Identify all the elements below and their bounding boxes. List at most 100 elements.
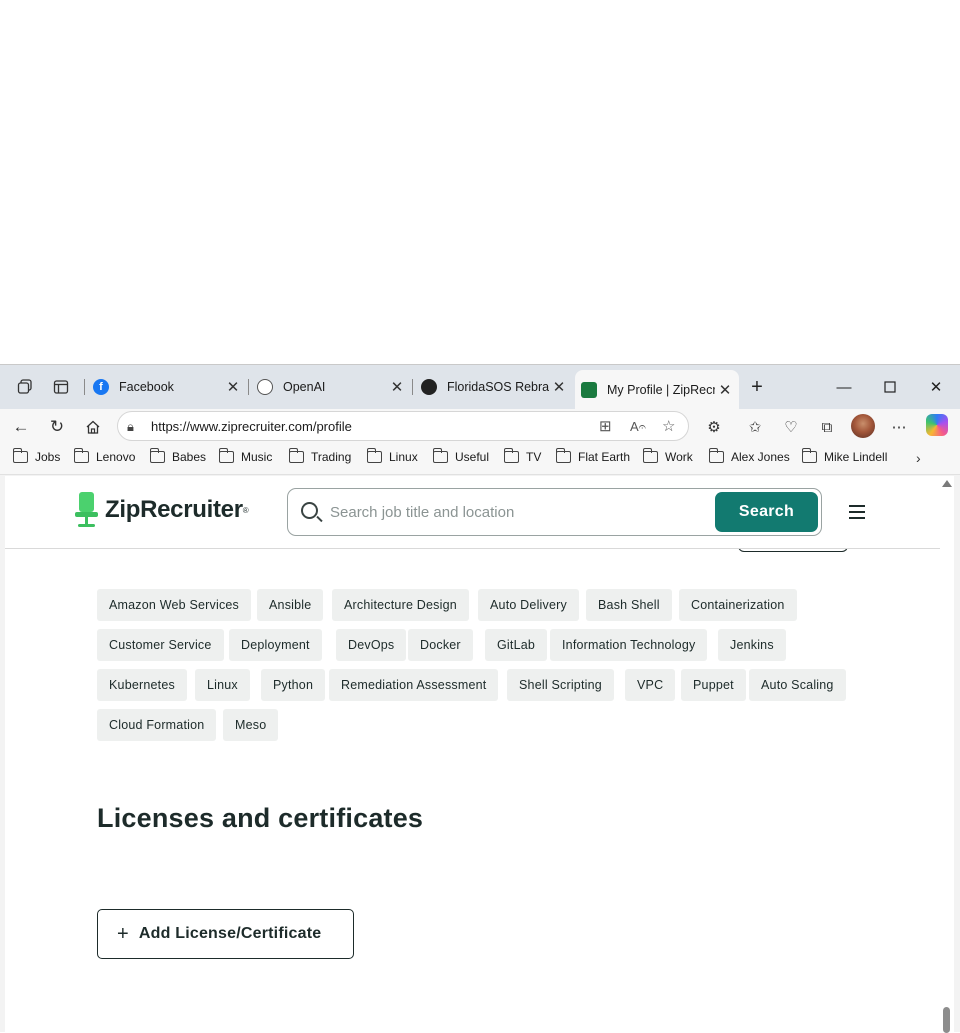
bookmark-folder-alex-jones[interactable]: Alex Jones [708,448,790,464]
skill-chip[interactable]: Puppet [681,669,746,701]
skill-chip[interactable]: Remediation Assessment [329,669,499,701]
folder-icon [73,448,89,463]
bookmark-folder-lenovo[interactable]: Lenovo [73,448,136,464]
skill-chip[interactable]: Deployment [229,629,322,661]
add-license-label: Add License/Certificate [138,925,322,942]
address-bar-row: ← ↻ 🔒︎ https://www.ziprecruiter.com/prof… [0,409,960,443]
bookmark-folder-flat-earth[interactable]: Flat Earth [555,448,630,464]
menu-icon[interactable] [849,505,865,519]
skill-chip[interactable]: Amazon Web Services [97,589,252,621]
close-icon[interactable]: ✕ [549,378,569,396]
address-bar[interactable]: 🔒︎ https://www.ziprecruiter.com/profile … [117,411,689,441]
skill-chip[interactable]: Meso [223,709,279,741]
job-search-box: Search [287,488,822,536]
folder-icon [642,448,658,463]
skill-chip[interactable]: Kubernetes [97,669,187,701]
bookmark-label: Music [241,450,273,464]
collections-icon[interactable]: ⧉ [815,415,839,439]
skill-chip[interactable]: Customer Service [97,629,224,661]
bookmark-label: Trading [311,450,352,464]
skill-chip[interactable]: Bash Shell [586,589,672,621]
skill-chip[interactable]: Containerization [679,589,797,621]
favorite-star-icon[interactable]: ☆ [662,417,675,435]
favorites-icon[interactable]: ✩ [743,415,767,439]
vertical-tabs-icon[interactable] [51,377,71,397]
bookmark-folder-useful[interactable]: Useful [432,448,490,464]
tab-facebook[interactable]: f Facebook ✕ [84,372,247,402]
close-icon[interactable]: ✕ [387,378,407,396]
close-window-icon[interactable]: ✕ [924,375,948,399]
skill-chip[interactable]: Jenkins [718,629,786,661]
skill-chip[interactable]: Shell Scripting [507,669,614,701]
skill-chip[interactable]: Auto Scaling [749,669,846,701]
tab-title: FloridaSOS Rebrand [447,380,549,394]
facebook-icon: f [93,379,109,395]
skill-chip[interactable]: Architecture Design [332,589,469,621]
bookmark-label: Useful [455,450,490,464]
tab-title: OpenAI [283,380,326,394]
browser-essentials-icon[interactable]: ♡ [779,415,803,439]
bookmark-label: TV [526,450,542,464]
search-input[interactable] [330,498,710,526]
chevron-right-icon[interactable]: › [916,450,921,466]
workspaces-icon[interactable] [15,377,35,397]
scroll-thumb[interactable] [943,1007,950,1033]
profile-avatar[interactable] [851,414,875,438]
new-tab-icon[interactable]: + [745,375,769,399]
minimize-icon[interactable]: — [832,375,856,399]
page-viewport: ZipRecruiter ® Search Amazon Web Service… [5,476,940,1033]
refresh-icon[interactable]: ↻ [45,415,69,439]
bookmark-folder-babes[interactable]: Babes [149,448,206,464]
openai-icon [421,379,437,395]
home-icon[interactable] [81,415,105,439]
scroll-up-arrow-icon[interactable] [942,480,952,487]
skill-chip[interactable]: Python [261,669,326,701]
bookmark-folder-music[interactable]: Music [218,448,273,464]
more-options-icon[interactable]: ⋯ [887,415,911,439]
add-license-button[interactable]: + Add License/Certificate [97,909,354,959]
bookmark-folder-work[interactable]: Work [642,448,693,464]
skill-chip[interactable]: Ansible [257,589,324,621]
maximize-icon[interactable] [878,375,902,399]
bookmark-folder-linux[interactable]: Linux [366,448,418,464]
bookmark-folder-tv[interactable]: TV [503,448,542,464]
bookmark-folder-trading[interactable]: Trading [288,448,352,464]
tab-ziprecruiter-profile[interactable]: My Profile | ZipRecruiter ✕ [575,370,739,409]
skill-chip[interactable]: Information Technology [550,629,708,661]
lock-icon[interactable]: 🔒︎ [127,419,134,435]
bookmark-folder-jobs[interactable]: Jobs [12,448,60,464]
app-available-icon[interactable]: ⊞ [599,417,612,435]
bookmark-label: Alex Jones [731,450,790,464]
back-icon[interactable]: ← [9,415,33,439]
openai-icon [257,379,273,395]
desktop-blank-area [0,0,960,364]
scrollbar[interactable] [940,476,954,1033]
folder-icon [432,448,448,463]
bookmark-folder-mike-lindell[interactable]: Mike Lindell [801,448,887,464]
folder-icon [288,448,304,463]
close-icon[interactable]: ✕ [223,378,243,396]
url-text[interactable]: https://www.ziprecruiter.com/profile [151,419,352,434]
tab-title: Facebook [119,380,174,394]
skill-chip[interactable]: DevOps [336,629,407,661]
close-icon[interactable]: ✕ [715,381,735,399]
folder-icon [149,448,165,463]
logo-registered-mark: ® [242,505,249,515]
copilot-icon[interactable] [926,414,948,436]
read-aloud-icon[interactable]: A𝄐 [630,419,646,435]
skill-chip[interactable]: Cloud Formation [97,709,217,741]
tab-strip: f Facebook ✕ OpenAI ✕ FloridaSOS Rebrand… [0,365,960,409]
skill-chip[interactable]: GitLab [485,629,548,661]
skill-chip[interactable]: Auto Delivery [478,589,579,621]
skill-chip[interactable]: Linux [195,669,250,701]
skill-chip[interactable]: VPC [625,669,676,701]
tab-floridasos[interactable]: FloridaSOS Rebrand ✕ [412,372,573,402]
bookmark-label: Lenovo [96,450,136,464]
tab-openai[interactable]: OpenAI ✕ [248,372,411,402]
ziprecruiter-logo[interactable]: ZipRecruiter ® [75,492,249,528]
skill-chip[interactable]: Docker [408,629,473,661]
browser-window: f Facebook ✕ OpenAI ✕ FloridaSOS Rebrand… [0,364,960,1033]
extensions-icon[interactable]: ⚙︎ [702,415,726,439]
folder-icon [801,448,817,463]
search-button[interactable]: Search [715,492,818,532]
